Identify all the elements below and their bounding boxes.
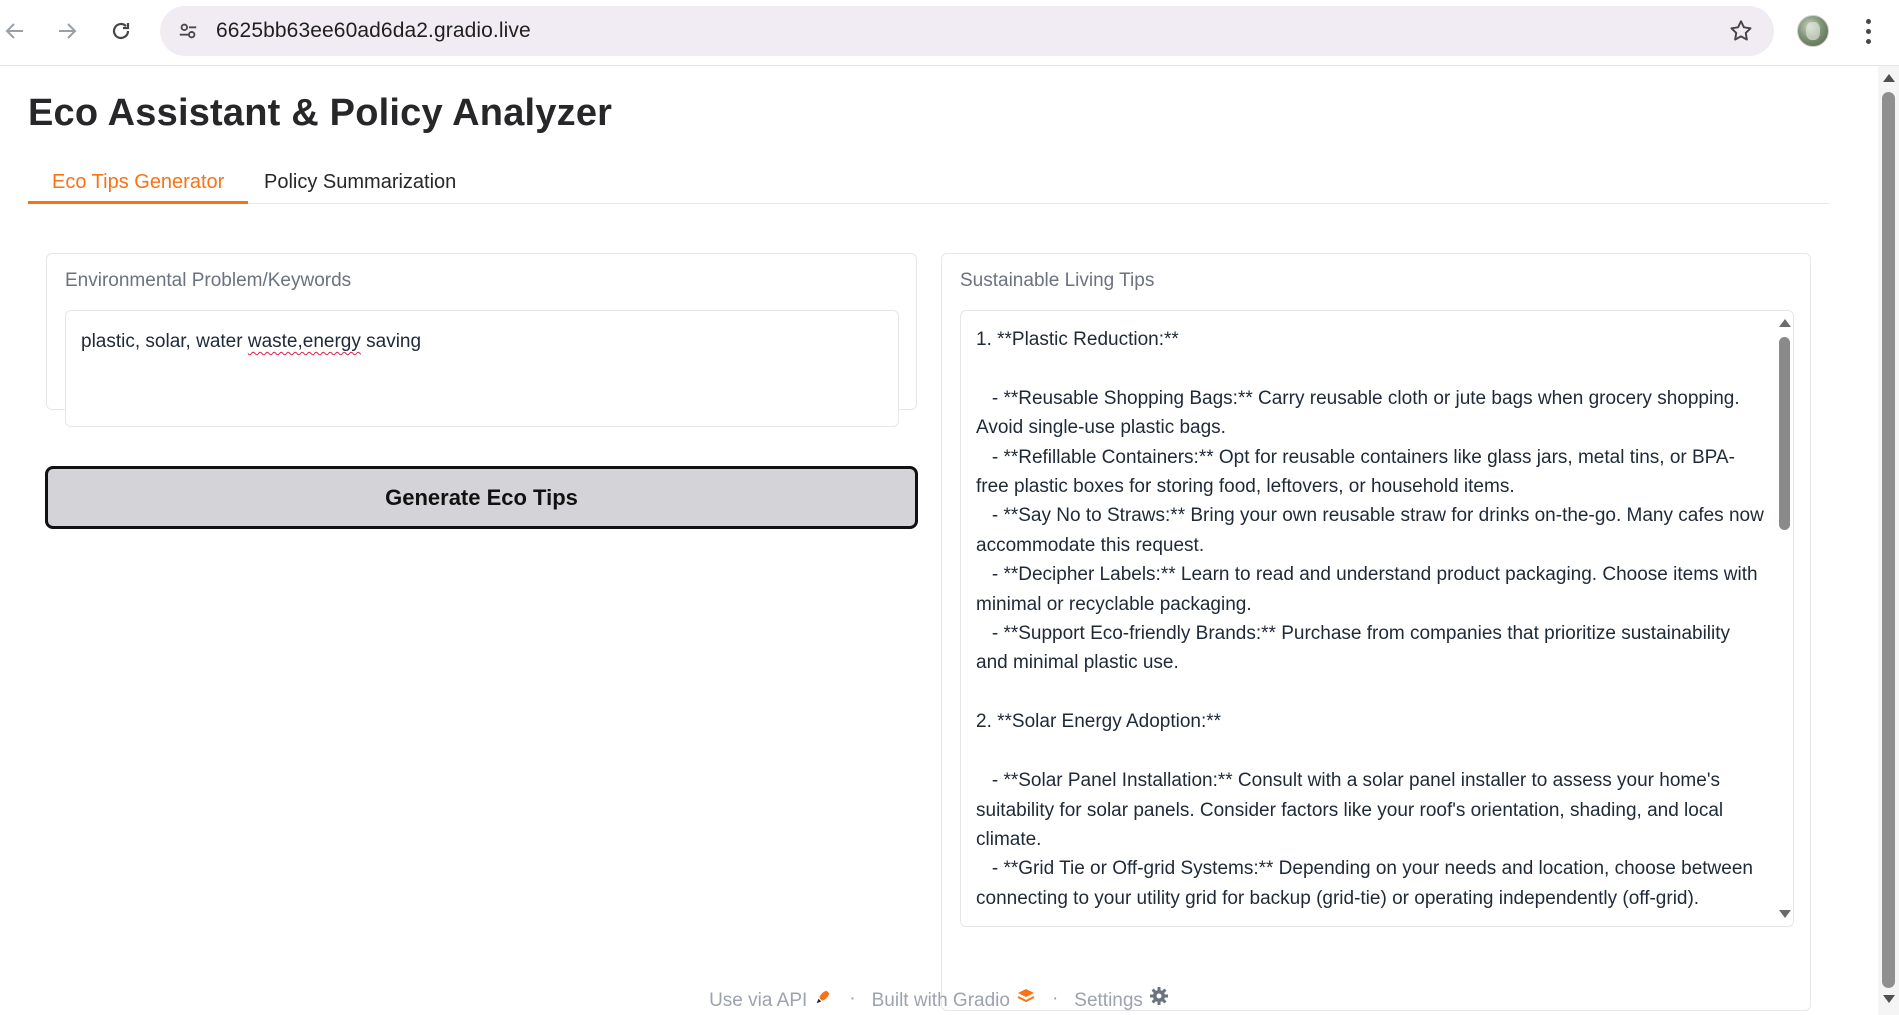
kebab-icon[interactable]	[1856, 14, 1880, 48]
address-bar[interactable]: 6625bb63ee60ad6da2.gradio.live	[160, 6, 1774, 56]
browser-toolbar: 6625bb63ee60ad6da2.gradio.live	[0, 0, 1899, 66]
footer: Use via API · Built with Gradio · Settin…	[0, 984, 1878, 1014]
site-info-button[interactable]	[172, 15, 204, 47]
gradio-app: Eco Assistant & Policy Analyzer Eco Tips…	[0, 66, 1878, 1015]
tips-label: Sustainable Living Tips	[960, 270, 1155, 291]
keywords-input[interactable]: plastic, solar, water waste,energy savin…	[65, 310, 899, 427]
keywords-value-prefix: plastic, solar, water	[81, 331, 248, 352]
tune-icon	[179, 23, 197, 39]
built-with-gradio-link[interactable]: Built with Gradio	[872, 986, 1036, 1012]
generate-eco-tips-button[interactable]: Generate Eco Tips	[45, 466, 918, 529]
settings-link[interactable]: Settings	[1074, 986, 1169, 1012]
footer-separator-1: ·	[849, 988, 856, 1009]
gear-icon	[1149, 986, 1169, 1006]
scroll-down-arrow-icon[interactable]	[1779, 910, 1791, 918]
url-text[interactable]: 6625bb63ee60ad6da2.gradio.live	[216, 6, 531, 56]
keywords-value-suffix: saving	[360, 331, 422, 352]
keywords-value-misspelled: waste,energy	[247, 331, 361, 352]
tips-text: 1. **Plastic Reduction:** - **Reusable S…	[976, 329, 1764, 909]
reload-button[interactable]	[104, 14, 138, 48]
rocket-icon	[813, 987, 833, 1007]
use-via-api-link[interactable]: Use via API	[709, 987, 833, 1012]
page-scroll-down-icon[interactable]	[1883, 995, 1895, 1003]
footer-separator-2: ·	[1051, 988, 1059, 1009]
page-scroll-up-icon[interactable]	[1883, 74, 1895, 82]
profile-avatar[interactable]	[1797, 15, 1829, 47]
arrow-left-icon	[5, 23, 23, 39]
page-scrollbar[interactable]	[1878, 66, 1899, 1015]
gradio-logo-icon	[1016, 986, 1036, 1006]
reload-icon	[112, 22, 130, 40]
scroll-up-arrow-icon[interactable]	[1779, 319, 1791, 327]
page-scroll-thumb[interactable]	[1882, 92, 1895, 988]
star-icon[interactable]	[1728, 18, 1754, 44]
tab-bar: Eco Tips Generator Policy Summarization	[28, 162, 1829, 204]
arrow-right-icon	[59, 23, 77, 39]
tips-output[interactable]: 1. **Plastic Reduction:** - **Reusable S…	[960, 310, 1794, 927]
use-via-api-label: Use via API	[709, 989, 808, 1011]
keywords-label: Environmental Problem/Keywords	[65, 270, 352, 291]
back-button[interactable]	[0, 14, 32, 48]
tab-policy-summarization[interactable]: Policy Summarization	[240, 162, 480, 204]
built-with-gradio-label: Built with Gradio	[871, 990, 1010, 1011]
scroll-thumb[interactable]	[1779, 337, 1790, 530]
settings-label: Settings	[1074, 990, 1143, 1011]
tab-eco-tips-generator[interactable]: Eco Tips Generator	[28, 162, 249, 204]
forward-button[interactable]	[50, 14, 84, 48]
tips-panel: Sustainable Living Tips 1. **Plastic Red…	[941, 253, 1811, 1011]
page-title: Eco Assistant & Policy Analyzer	[28, 92, 613, 134]
keywords-panel: Environmental Problem/Keywords plastic, …	[46, 253, 917, 427]
tips-scrollbar[interactable]	[1777, 315, 1791, 922]
